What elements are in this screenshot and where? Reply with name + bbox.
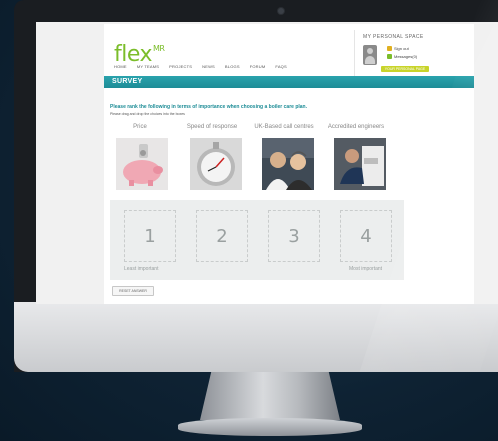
piggy-bank-image[interactable] — [116, 138, 168, 190]
messages-link[interactable]: Messages(0) — [387, 54, 417, 59]
ranking-drop-area: 1 2 3 4 Least important Most important — [110, 200, 404, 280]
user-icon — [387, 46, 392, 51]
most-important-label: Most important — [349, 266, 383, 272]
nav-forum[interactable]: FORUM — [250, 64, 266, 69]
engineer-image[interactable] — [334, 138, 386, 190]
survey-header: SURVEY — [104, 76, 474, 88]
camera — [278, 8, 284, 14]
option-label-speed: Speed of response — [186, 124, 238, 130]
call-centre-image[interactable] — [262, 138, 314, 190]
monitor-stand — [200, 372, 340, 420]
nav-blogs[interactable]: BLOGS — [225, 64, 240, 69]
web-page: flexMR HOME MY TEAMS PROJECTS NEWS BLOGS… — [104, 24, 474, 304]
reset-answer-button[interactable]: RESET ANSWER — [112, 286, 154, 296]
monitor-chin — [14, 302, 498, 372]
avatar — [363, 45, 377, 65]
rank-slot-2[interactable]: 2 — [196, 210, 248, 262]
survey-title: SURVEY — [112, 78, 143, 85]
monitor-base — [178, 418, 362, 436]
survey-question: Please rank the following in terms of im… — [110, 104, 307, 110]
least-important-label: Least important — [124, 266, 159, 272]
survey-instruction: Please drag and drop the choices into th… — [110, 112, 185, 116]
nav-news[interactable]: NEWS — [202, 64, 215, 69]
option-label-engineers: Accredited engineers — [327, 124, 385, 130]
personal-space-panel: MY PERSONAL SPACE Sign out Messages(0) Y… — [354, 30, 475, 76]
rank-slot-4[interactable]: 4 — [340, 210, 392, 262]
nav-home[interactable]: HOME — [114, 64, 127, 69]
personal-space-title: MY PERSONAL SPACE — [363, 34, 424, 40]
personal-page-button[interactable]: YOUR PERSONAL PAGE — [381, 66, 429, 72]
brand-superscript: MR — [153, 44, 165, 53]
option-label-callcentres: UK-Based call centres — [254, 124, 314, 130]
signout-label: Sign out — [394, 46, 409, 51]
main-nav: HOME MY TEAMS PROJECTS NEWS BLOGS FORUM … — [114, 64, 287, 69]
nav-my-teams[interactable]: MY TEAMS — [137, 64, 159, 69]
option-label-price: Price — [133, 124, 147, 130]
nav-faqs[interactable]: FAQS — [275, 64, 286, 69]
signout-link[interactable]: Sign out — [387, 46, 409, 51]
stopwatch-image[interactable] — [190, 138, 242, 190]
messages-label: Messages(0) — [394, 54, 418, 59]
message-icon — [387, 54, 392, 59]
screen: flexMR HOME MY TEAMS PROJECTS NEWS BLOGS… — [36, 22, 498, 304]
rank-slot-3[interactable]: 3 — [268, 210, 320, 262]
rank-slot-1[interactable]: 1 — [124, 210, 176, 262]
nav-projects[interactable]: PROJECTS — [169, 64, 192, 69]
